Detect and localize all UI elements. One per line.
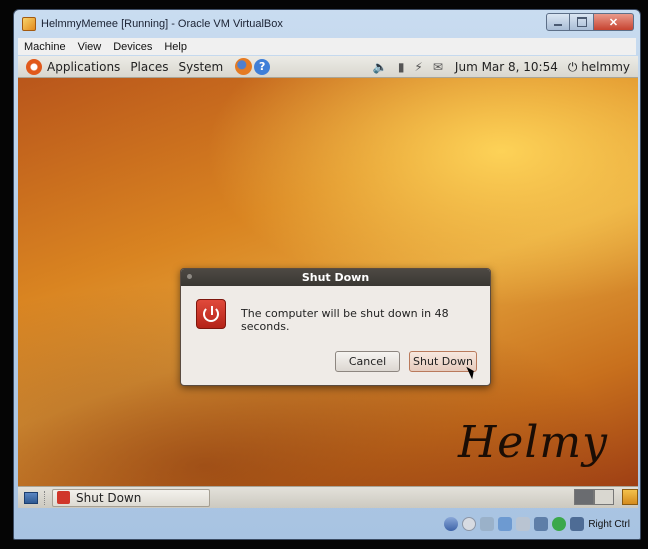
- menu-machine[interactable]: Machine: [24, 41, 66, 53]
- menu-places[interactable]: Places: [130, 60, 168, 74]
- window-titlebar: HelmmyMemee [Running] - Oracle VM Virtua…: [14, 10, 640, 37]
- desktop-background[interactable]: Shut Down The computer will be shut down…: [18, 78, 638, 486]
- panel-separator: [44, 490, 46, 505]
- trash-icon[interactable]: [622, 489, 638, 505]
- window-controls: ✕: [546, 13, 634, 31]
- volume-icon[interactable]: 🔈: [373, 60, 388, 74]
- menu-help[interactable]: Help: [164, 41, 187, 53]
- hard-disk-icon[interactable]: [444, 517, 459, 531]
- seamless-arrow-icon[interactable]: [552, 517, 567, 531]
- power-icon: ⏻: [567, 59, 582, 74]
- show-desktop-icon[interactable]: [24, 491, 38, 504]
- system-tray: 🔈 ▮ ⚡ ✉ Jum Mar 8, 10:54 ⏻ helmmy: [363, 56, 630, 78]
- virtualbox-window: HelmmyMemee [Running] - Oracle VM Virtua…: [13, 9, 641, 540]
- dialog-titlebar: Shut Down: [181, 269, 490, 286]
- menu-devices[interactable]: Devices: [113, 41, 152, 53]
- workspace-switcher: [574, 489, 614, 505]
- menu-view[interactable]: View: [78, 41, 102, 53]
- menu-applications[interactable]: Applications: [47, 60, 120, 74]
- host-key-label: Right Ctrl: [588, 518, 630, 530]
- shutdown-power-icon: [196, 299, 226, 329]
- vbox-menubar: Machine View Devices Help: [18, 38, 636, 55]
- close-icon: ✕: [608, 16, 619, 29]
- minimize-button[interactable]: [546, 13, 570, 31]
- user-name: helmmy: [581, 59, 630, 74]
- firefox-icon[interactable]: [235, 58, 253, 75]
- menu-system[interactable]: System: [178, 60, 223, 74]
- ubuntu-logo-icon[interactable]: [26, 58, 42, 75]
- user-menu[interactable]: ⏻ helmmy: [568, 60, 630, 75]
- battery-icon[interactable]: ▮: [398, 60, 405, 74]
- cancel-button[interactable]: Cancel: [335, 351, 400, 372]
- clock[interactable]: Jum Mar 8, 10:54: [455, 60, 558, 74]
- taskbar-item-label: Shut Down: [76, 490, 142, 505]
- usb-icon[interactable]: [480, 517, 495, 531]
- workspace-1[interactable]: [574, 489, 594, 505]
- optical-drive-icon[interactable]: [462, 517, 477, 531]
- shutdown-task-icon: [57, 491, 70, 504]
- signature-watermark: Helmy: [457, 417, 608, 468]
- vbox-statusbar: Right Ctrl: [18, 513, 636, 535]
- maximize-button[interactable]: [570, 13, 594, 31]
- gnome-top-panel: Applications Places System ? 🔈 ▮ ⚡ ✉ Jum…: [18, 56, 638, 78]
- display-icon[interactable]: [534, 517, 549, 531]
- workspace-2[interactable]: [594, 489, 614, 505]
- virtualbox-app-icon: [22, 16, 36, 31]
- shared-folders-icon[interactable]: [516, 517, 531, 531]
- mail-icon[interactable]: ✉: [433, 60, 443, 74]
- guest-screen[interactable]: Applications Places System ? 🔈 ▮ ⚡ ✉ Jum…: [18, 56, 638, 508]
- close-button[interactable]: ✕: [594, 13, 634, 31]
- gnome-bottom-panel: Shut Down: [18, 486, 638, 508]
- dialog-message: The computer will be shut down in 48 sec…: [241, 307, 449, 333]
- network-icon[interactable]: ⚡: [414, 60, 422, 74]
- mouse-integration-icon[interactable]: [570, 517, 585, 531]
- dialog-title: Shut Down: [301, 271, 370, 284]
- network-adapter-icon[interactable]: [498, 517, 513, 531]
- help-icon[interactable]: ?: [254, 58, 271, 75]
- shutdown-dialog: Shut Down The computer will be shut down…: [180, 268, 491, 386]
- window-title: HelmmyMemee [Running] - Oracle VM Virtua…: [41, 17, 283, 30]
- dialog-menu-dot[interactable]: [187, 274, 192, 279]
- taskbar-item-shutdown[interactable]: Shut Down: [52, 488, 210, 507]
